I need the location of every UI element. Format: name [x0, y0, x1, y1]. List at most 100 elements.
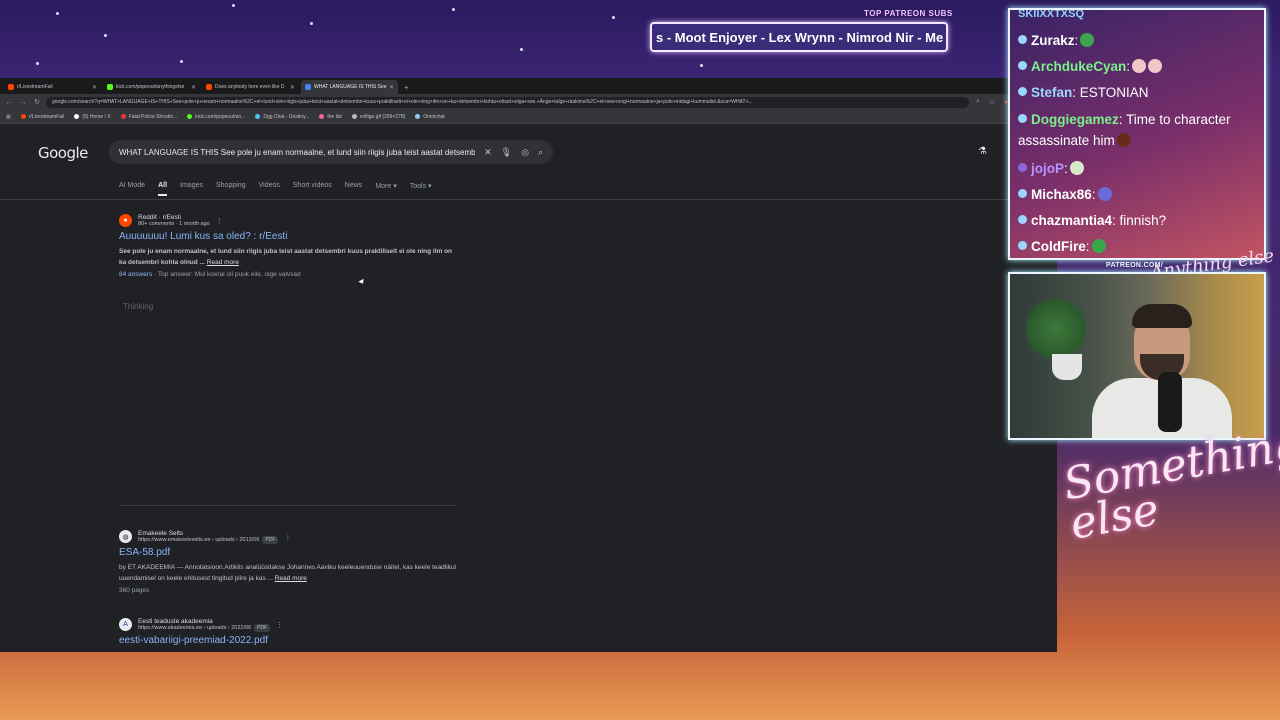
close-icon[interactable]: ✕	[389, 84, 394, 91]
more-options-icon[interactable]: ⋮	[284, 533, 291, 541]
browser-tab-google-search[interactable]: WHAT LANGUAGE IS THIS See ✕	[301, 80, 398, 94]
news-icon	[120, 114, 126, 119]
lens-icon[interactable]: ◎	[521, 147, 529, 158]
bookmark-item[interactable]: kick.com/popeout/an...	[187, 114, 245, 120]
forward-icon[interactable]: →	[18, 99, 28, 106]
tab-label: Does anybody here even like D	[215, 84, 285, 90]
tab-shopping[interactable]: Shopping	[216, 182, 246, 190]
page-count: 360 pages	[119, 587, 150, 594]
close-icon[interactable]: ✕	[191, 84, 196, 91]
labs-flask-icon[interactable]: ⚗	[978, 146, 987, 157]
snippet-text: See pole ju enam normaalne, et lund siin…	[119, 248, 453, 266]
chat-partial-username: SKIIXXTXSQ	[1018, 8, 1085, 20]
result-title-link[interactable]: eesti-vabariigi-preemiad-2022.pdf	[119, 635, 459, 646]
list-icon	[319, 114, 325, 119]
result-source[interactable]: ● Reddit · r/Eesti 80+ comments · 1 mont…	[119, 214, 459, 227]
tab-short-videos[interactable]: Short videos	[293, 182, 332, 190]
chat-message: Michax86:	[1018, 184, 1112, 206]
result-source[interactable]: ◍ Emakeele Selts https://www.emakeelesel…	[119, 530, 459, 544]
bookmark-label: r/LivestreamFail	[28, 113, 65, 120]
back-icon[interactable]: ←	[4, 99, 14, 106]
tab-news[interactable]: News	[345, 182, 363, 190]
chat-text: :	[1074, 33, 1079, 48]
site-meta: https://www.akadeemia.ee › uploads › 202…	[138, 624, 271, 632]
reddit-icon	[206, 84, 212, 90]
pdf-badge: PDF	[262, 536, 279, 544]
more-options-icon[interactable]: ⋮	[276, 621, 283, 629]
read-more-link[interactable]: Read more	[207, 259, 239, 266]
emote-icon	[1116, 133, 1131, 147]
result-snippet: by ET AKADEEMIA — Annotatsioon.Artiklis …	[119, 562, 459, 584]
search-tabs: AI Mode All Images Shopping Videos Short…	[119, 182, 432, 196]
tab-images[interactable]: Images	[180, 182, 203, 190]
chat-message: ColdFire:	[1018, 236, 1106, 258]
bookmark-item[interactable]: exflige.gif (299×278)	[351, 114, 405, 120]
search-input[interactable]: WHAT LANGUAGE IS THIS See pole ju enam n…	[119, 148, 475, 157]
chat-icon	[255, 114, 261, 119]
brand-logo-large: Something else	[1059, 418, 1280, 550]
tab-more[interactable]: More ▾	[375, 182, 396, 190]
bookmark-star-icon[interactable]: ☆	[987, 98, 997, 106]
kick-icon	[107, 84, 113, 90]
globe-icon: ◍	[119, 530, 132, 543]
url-field[interactable]: google.com/search?q=WHAT+LANGUAGE+IS+THI…	[46, 96, 969, 108]
read-more-link[interactable]: Read more	[275, 575, 307, 582]
emote-icon	[1080, 33, 1095, 47]
microphone-icon[interactable]: 🎙	[501, 147, 512, 158]
chat-username: ColdFire	[1031, 239, 1086, 254]
browser-tab-reddit-thread[interactable]: Does anybody here even like D ✕	[202, 80, 299, 94]
tab-ai-mode[interactable]: AI Mode	[119, 182, 145, 190]
omnichat-icon	[415, 114, 421, 119]
tab-tools[interactable]: Tools ▾	[410, 182, 432, 190]
bookmark-label: Fatal Police Shootin...	[128, 113, 178, 120]
google-logo[interactable]: Google	[38, 144, 88, 162]
answers-link[interactable]: 84 answers	[119, 271, 152, 278]
chat-username: chazmantia4	[1031, 213, 1113, 228]
tab-label: kick.com/popeout/anythingelse	[116, 84, 185, 90]
chat-username: Stefan	[1031, 85, 1073, 100]
new-tab-button[interactable]: +	[400, 83, 413, 94]
browser-tab-kick[interactable]: kick.com/popeout/anythingelse ✕	[103, 80, 200, 94]
bookmark-label: (5) Home / X	[82, 113, 111, 120]
ai-thinking-label: Thinking	[123, 302, 154, 311]
address-bar: ← → ↻ google.com/search?q=WHAT+LANGUAGE+…	[0, 94, 1057, 110]
chat-message: jojoP:	[1018, 158, 1084, 180]
tab-strip: r/LivestreamFail ✕ kick.com/popeout/anyt…	[0, 78, 1057, 94]
clear-icon[interactable]: ✕	[484, 147, 492, 158]
close-icon[interactable]: ✕	[92, 84, 97, 91]
emote-icon	[1148, 59, 1163, 73]
close-icon[interactable]: ✕	[290, 84, 295, 91]
result-title-link[interactable]: Auuuuuuu! Lumi kus sa oled? : r/Eesti	[119, 231, 459, 242]
stream-chat: SKIIXXTXSQ Zurakz: ArchdukeCyan: Stefan:…	[1008, 8, 1266, 260]
result-title-link[interactable]: ESA-58.pdf	[119, 547, 459, 558]
browser-tab-livestreamfail[interactable]: r/LivestreamFail ✕	[4, 80, 101, 94]
top-answer: · Top answer: Mul koeral oli puuk eile, …	[152, 271, 301, 278]
apps-icon[interactable]: ▦	[6, 114, 11, 120]
bookmark-item[interactable]: Fatal Police Shootin...	[120, 113, 178, 120]
chat-username: jojoP	[1031, 161, 1064, 176]
tab-label: r/LivestreamFail	[17, 84, 53, 90]
chat-message: Doggiegamez: Time to character assassina…	[1018, 109, 1258, 151]
search-icon[interactable]: ⌕	[538, 147, 543, 158]
reddit-icon: ●	[119, 214, 132, 227]
search-box[interactable]: WHAT LANGUAGE IS THIS See pole ju enam n…	[109, 140, 553, 164]
reload-icon[interactable]: ↻	[32, 98, 42, 106]
result-source[interactable]: A Eesti teaduste akadeemia https://www.a…	[119, 618, 459, 632]
academy-icon: A	[119, 618, 132, 631]
bookmark-item[interactable]: r/LivestreamFail	[20, 113, 65, 120]
tab-videos[interactable]: Videos	[259, 182, 280, 190]
bookmark-item[interactable]: Omnichat	[415, 114, 445, 120]
tab-all[interactable]: All	[158, 182, 167, 196]
more-options-icon[interactable]: ⋮	[216, 217, 223, 225]
kick-icon	[187, 114, 193, 119]
chat-badge-icon	[1018, 241, 1027, 250]
chat-username: ArchdukeCyan	[1031, 59, 1127, 74]
chat-text: : finnish?	[1112, 213, 1167, 228]
emote-icon	[1091, 239, 1106, 253]
bookmark-label: the list	[327, 113, 342, 120]
bookmark-item[interactable]: the list	[319, 113, 342, 120]
zoom-icon[interactable]: ⌕	[973, 98, 983, 106]
result-answers: 84 answers · Top answer: Mul koeral oli …	[119, 271, 459, 278]
bookmark-item[interactable]: (5) Home / X	[74, 113, 111, 120]
bookmark-item[interactable]: Dgg Chat - Destiny...	[255, 114, 309, 120]
